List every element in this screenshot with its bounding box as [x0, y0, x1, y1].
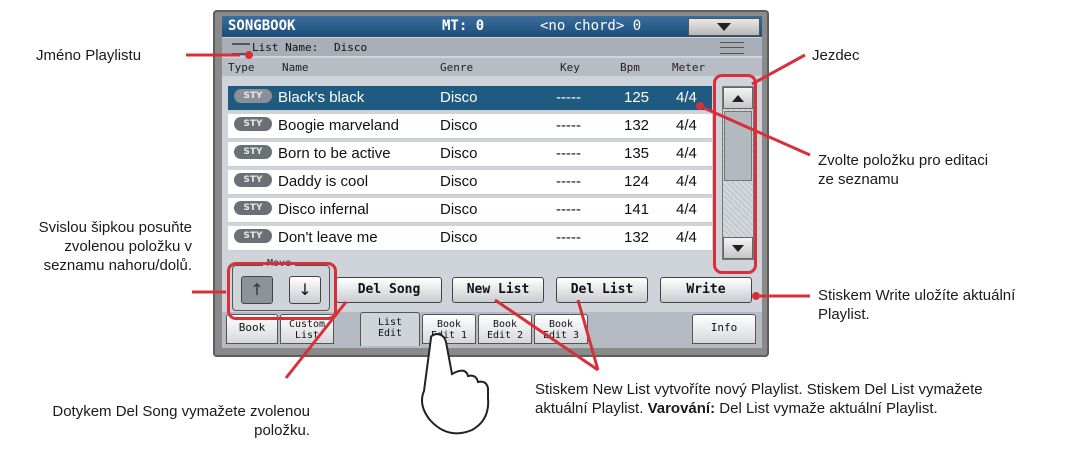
callout-warning-label: Varování: [647, 400, 716, 417]
callout-del-song: Dotykem Del Song vymažete zvolenou polož… [52, 403, 310, 439]
callout-warning-text: Del List vymaže aktuální Playlist. [719, 400, 938, 417]
dot-select-item [696, 102, 704, 110]
callout-move-arrows: Svislou šipkou posuňte zvolenou položku … [38, 219, 192, 274]
callout-playlist-name: Jméno Playlistu [36, 47, 142, 64]
callout-list-buttons: Stiskem New List vytvoříte nový Playlist… [535, 380, 1017, 418]
dot-playlist-name [245, 51, 253, 59]
hand-pointer-icon [421, 332, 490, 435]
line-select-item [703, 106, 811, 157]
callout-write: Stiskem Write uložíte aktuální Playlist. [818, 287, 1016, 323]
line-del-song [284, 301, 348, 379]
line-slider [751, 53, 806, 86]
callout-slider: Jezdec [812, 47, 860, 64]
dot-write [752, 292, 760, 300]
callout-select-item: Zvolte položku pro editaci ze seznamu [818, 152, 989, 188]
